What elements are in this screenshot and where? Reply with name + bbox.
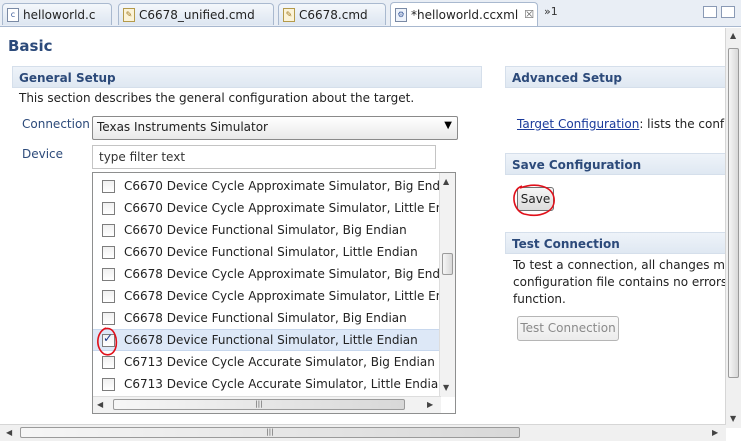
- red-annotation-overlay: [97, 184, 555, 356]
- annotation-circle-checkbox: [97, 327, 118, 356]
- annotation-circle-save: [513, 184, 555, 216]
